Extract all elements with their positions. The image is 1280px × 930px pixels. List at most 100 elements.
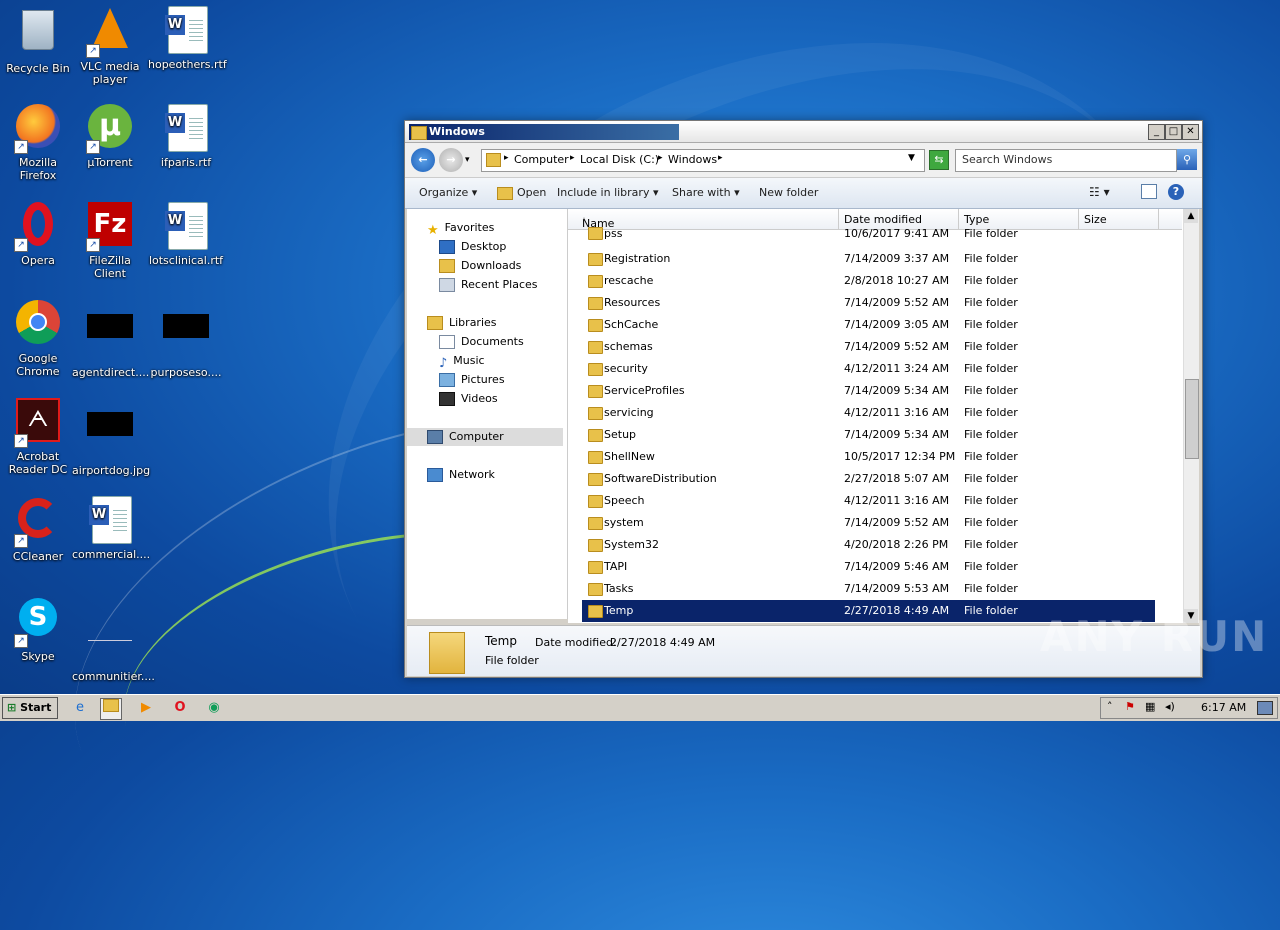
- help-icon[interactable]: ?: [1168, 184, 1184, 200]
- music-icon: ♪: [439, 356, 448, 371]
- windows-logo-icon: ⊞: [7, 701, 17, 714]
- table-row[interactable]: System32 4/20/2018 2:26 PM File folder: [582, 534, 1155, 556]
- internet-explorer-icon[interactable]: e: [70, 698, 90, 718]
- nav-recent-places[interactable]: Recent Places: [439, 276, 538, 294]
- desktop-icon-ccleaner[interactable]: ↗ CCleaner: [0, 496, 76, 563]
- include-in-library-button[interactable]: Include in library ▾: [557, 186, 658, 199]
- folder-icon: [588, 363, 603, 376]
- desktop-icon-purposeso[interactable]: purposeso....: [148, 300, 224, 379]
- close-button[interactable]: ✕: [1182, 124, 1199, 140]
- nav-pictures[interactable]: Pictures: [439, 371, 505, 389]
- clock[interactable]: 6:17 AM: [1201, 701, 1246, 714]
- search-icon[interactable]: ⚲: [1177, 149, 1197, 170]
- forward-button[interactable]: →: [439, 148, 463, 172]
- desktop-icon-hopeothers[interactable]: hopeothers.rtf: [148, 6, 227, 71]
- minimize-button[interactable]: _: [1148, 124, 1165, 140]
- table-row[interactable]: Tasks 7/14/2009 5:53 AM File folder: [582, 578, 1155, 600]
- column-size[interactable]: Size: [1084, 213, 1107, 226]
- table-row[interactable]: system 7/14/2009 5:52 AM File folder: [582, 512, 1155, 534]
- desktop-icon-commercial[interactable]: commercial....: [72, 496, 150, 561]
- view-options-icon[interactable]: ☷ ▾: [1089, 185, 1110, 199]
- desktop-icon-chrome[interactable]: Google Chrome: [0, 300, 76, 378]
- column-divider[interactable]: [838, 209, 839, 229]
- table-row[interactable]: pss 10/6/2017 9:41 AM File folder: [582, 227, 1155, 241]
- column-type[interactable]: Type: [964, 213, 989, 226]
- table-row[interactable]: Registration 7/14/2009 3:37 AM File fold…: [582, 248, 1155, 270]
- media-player-icon[interactable]: ▶: [136, 698, 156, 718]
- nav-libraries[interactable]: Libraries: [427, 314, 497, 332]
- recent-pages-chevron-icon[interactable]: ▾: [465, 155, 470, 165]
- file-type: File folder: [964, 384, 1018, 397]
- desktop-icon-ifparis[interactable]: ifparis.rtf: [148, 104, 224, 169]
- column-divider[interactable]: [1158, 209, 1159, 229]
- new-folder-button[interactable]: New folder: [759, 186, 818, 199]
- title-bar[interactable]: Windows _ □ ✕: [405, 121, 1202, 143]
- nav-computer[interactable]: Computer: [407, 428, 563, 446]
- desktop-icon-recycle-bin[interactable]: Recycle Bin: [0, 6, 76, 75]
- organize-button[interactable]: Organize ▾: [419, 186, 477, 199]
- nav-documents[interactable]: Documents: [439, 333, 524, 351]
- show-desktop-icon[interactable]: [1257, 701, 1273, 715]
- scrollbar-thumb[interactable]: [1185, 379, 1199, 459]
- chrome-taskbar-icon[interactable]: ◉: [204, 698, 224, 718]
- breadcrumb-computer[interactable]: Computer: [514, 153, 569, 166]
- file-name: schemas: [604, 340, 653, 353]
- back-button[interactable]: ←: [411, 148, 435, 172]
- address-box[interactable]: ▸ Computer ▸ Local Disk (C:) ▸ Windows ▸…: [481, 149, 925, 172]
- table-row[interactable]: ServiceProfiles 7/14/2009 5:34 AM File f…: [582, 380, 1155, 402]
- action-center-icon[interactable]: ⚑: [1125, 700, 1135, 713]
- network-tray-icon[interactable]: ▦: [1145, 700, 1155, 713]
- nav-downloads[interactable]: Downloads: [439, 257, 521, 275]
- nav-network[interactable]: Network: [427, 466, 495, 484]
- table-row[interactable]: servicing 4/12/2011 3:16 AM File folder: [582, 402, 1155, 424]
- search-input[interactable]: Search Windows: [955, 149, 1177, 172]
- desktop-icon-opera[interactable]: ↗ Opera: [0, 202, 76, 267]
- table-row[interactable]: TAPI 7/14/2009 5:46 AM File folder: [582, 556, 1155, 578]
- desktop-icon-firefox[interactable]: ↗ Mozilla Firefox: [0, 104, 76, 182]
- open-button[interactable]: Open: [497, 186, 546, 200]
- table-row[interactable]: Setup 7/14/2009 5:34 AM File folder: [582, 424, 1155, 446]
- nav-desktop[interactable]: Desktop: [439, 238, 506, 256]
- address-dropdown-icon[interactable]: ▼: [908, 153, 915, 163]
- maximize-button[interactable]: □: [1165, 124, 1182, 140]
- column-date-modified[interactable]: Date modified: [844, 213, 922, 226]
- desktop-icon-acrobat[interactable]: ᗅ ↗ Acrobat Reader DC: [0, 398, 76, 476]
- share-with-button[interactable]: Share with ▾: [672, 186, 740, 199]
- table-row[interactable]: Speech 4/12/2011 3:16 AM File folder: [582, 490, 1155, 512]
- refresh-button[interactable]: ⇆: [929, 150, 949, 170]
- desktop-icon-filezilla[interactable]: Fz ↗ FileZilla Client: [72, 202, 148, 280]
- desktop-icon-skype[interactable]: S ↗ Skype: [0, 596, 76, 663]
- table-row[interactable]: SchCache 7/14/2009 3:05 AM File folder: [582, 314, 1155, 336]
- vertical-scrollbar[interactable]: ▲ ▼: [1183, 209, 1199, 623]
- show-hidden-icons-icon[interactable]: ˄: [1107, 700, 1113, 713]
- folder-icon: [588, 297, 603, 310]
- desktop-icon-utorrent[interactable]: µ ↗ µTorrent: [72, 104, 148, 169]
- desktop-icon-communitier[interactable]: communitier....: [72, 596, 155, 683]
- scroll-up-arrow-icon[interactable]: ▲: [1184, 209, 1198, 223]
- nav-favorites[interactable]: ★ Favorites: [427, 219, 494, 238]
- preview-pane-icon[interactable]: [1141, 184, 1157, 199]
- column-divider[interactable]: [958, 209, 959, 229]
- nav-videos[interactable]: Videos: [439, 390, 498, 408]
- table-row[interactable]: security 4/12/2011 3:24 AM File folder: [582, 358, 1155, 380]
- volume-icon[interactable]: ◂): [1165, 700, 1175, 713]
- table-row[interactable]: Resources 7/14/2009 5:52 AM File folder: [582, 292, 1155, 314]
- opera-taskbar-icon[interactable]: O: [170, 698, 190, 718]
- folder-icon: [486, 153, 501, 167]
- desktop-icon-vlc[interactable]: ↗ VLC media player: [72, 6, 148, 86]
- desktop-icon-airportdog[interactable]: airportdog.jpg: [72, 398, 150, 477]
- file-type: File folder: [964, 582, 1018, 595]
- table-row[interactable]: SoftwareDistribution 2/27/2018 5:07 AM F…: [582, 468, 1155, 490]
- nav-music[interactable]: ♪ Music: [439, 352, 485, 371]
- start-button[interactable]: ⊞ Start: [2, 697, 58, 719]
- column-divider[interactable]: [1078, 209, 1079, 229]
- table-row[interactable]: schemas 7/14/2009 5:52 AM File folder: [582, 336, 1155, 358]
- breadcrumb-windows[interactable]: Windows: [668, 153, 717, 166]
- breadcrumb-local-disk[interactable]: Local Disk (C:): [580, 153, 659, 166]
- table-row[interactable]: ShellNew 10/5/2017 12:34 PM File folder: [582, 446, 1155, 468]
- icon-label: communitier....: [72, 670, 155, 683]
- windows-explorer-icon[interactable]: [100, 698, 122, 720]
- desktop-icon-agentdirect[interactable]: agentdirect....: [72, 300, 149, 379]
- desktop-icon-lotsclinical[interactable]: lotsclinical.rtf: [148, 202, 224, 267]
- table-row[interactable]: rescache 2/8/2018 10:27 AM File folder: [582, 270, 1155, 292]
